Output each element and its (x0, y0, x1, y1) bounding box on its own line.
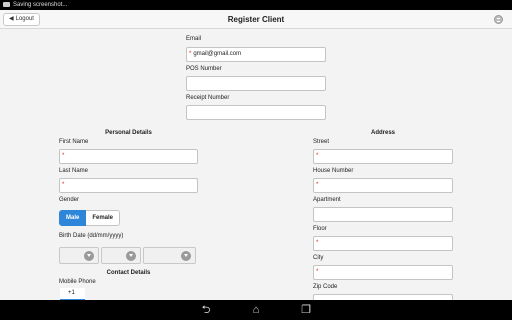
pos-number-field[interactable] (186, 76, 326, 91)
country-code-selector[interactable]: +1 (60, 288, 85, 300)
city-label: City (313, 255, 324, 261)
gender-label: Gender (59, 197, 80, 203)
street-label: Street (313, 139, 330, 145)
receipt-number-label: Receipt Number (186, 95, 230, 101)
floor-field[interactable]: * (313, 236, 453, 251)
system-nav-bar: ⮌ ⌂ ❐ (0, 300, 512, 320)
status-bar: Saving screenshot... (0, 0, 512, 10)
apartment-field[interactable] (313, 207, 453, 222)
required-mark: * (316, 269, 319, 275)
pos-number-label: POS Number (186, 66, 222, 72)
house-number-field[interactable]: * (313, 178, 453, 193)
required-mark: * (62, 182, 65, 188)
status-text: Saving screenshot... (13, 2, 68, 8)
first-name-label: First Name (59, 139, 89, 145)
screenshot-icon (3, 1, 10, 7)
last-name-label: Last Name (59, 168, 89, 174)
required-mark: * (316, 182, 319, 188)
chevron-down-icon (126, 251, 136, 261)
required-mark: * (316, 153, 319, 159)
floor-label: Floor (313, 226, 327, 232)
gender-toggle: Male Female (59, 210, 121, 226)
register-form: Email * gmail@gmail.com POS Number Receip… (0, 30, 512, 300)
chevron-down-icon (181, 251, 191, 261)
birth-year-select[interactable] (143, 247, 196, 264)
house-number-label: House Number (313, 168, 354, 174)
first-name-field[interactable]: * (59, 149, 198, 164)
required-mark: * (316, 240, 319, 246)
back-icon[interactable]: ⮌ (199, 303, 213, 317)
last-name-field[interactable]: * (59, 178, 198, 193)
birth-month-select[interactable] (101, 247, 141, 264)
gender-female-button[interactable]: Female (86, 210, 121, 226)
gender-male-button[interactable]: Male (59, 210, 87, 226)
chevron-down-icon (84, 251, 94, 261)
required-mark: * (189, 51, 192, 57)
address-heading: Address (370, 130, 395, 136)
email-label: Email (186, 36, 202, 42)
contact-details-heading: Contact Details (106, 270, 151, 276)
page-title: Register Client (227, 15, 285, 24)
mobile-phone-label: Mobile Phone (59, 279, 96, 285)
app-header: ◀ Logout Register Client (0, 10, 512, 29)
receipt-number-field[interactable] (186, 105, 326, 120)
recent-apps-icon[interactable]: ❐ (299, 303, 313, 317)
home-icon[interactable]: ⌂ (249, 303, 263, 317)
menu-icon[interactable] (494, 15, 503, 24)
city-field[interactable]: * (313, 265, 453, 280)
birth-day-select[interactable] (59, 247, 99, 264)
email-value: gmail@gmail.com (193, 51, 242, 57)
street-field[interactable]: * (313, 149, 453, 164)
apartment-label: Apartment (313, 197, 341, 203)
required-mark: * (62, 153, 65, 159)
zip-code-label: Zip Code (313, 284, 338, 290)
birth-date-label: Birth Date (dd/mm/yyyy) (59, 233, 124, 239)
country-code-value: +1 (68, 290, 75, 296)
email-field[interactable]: * gmail@gmail.com (186, 47, 326, 62)
personal-details-heading: Personal Details (105, 130, 152, 136)
